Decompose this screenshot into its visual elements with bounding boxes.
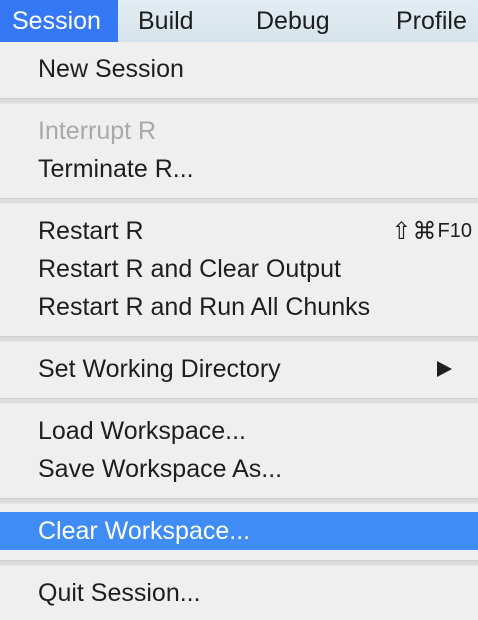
menu-item-label: Terminate R... <box>38 154 194 183</box>
menu-session[interactable]: Session <box>0 0 118 42</box>
menu-item-label: Restart R and Clear Output <box>38 254 341 283</box>
menu-bar: Session Build Debug Profile <box>0 0 478 42</box>
menu-item-label: Quit Session... <box>38 578 201 607</box>
menu-item-save-workspace-as[interactable]: Save Workspace As... <box>0 450 478 488</box>
menu-item-restart-clear-output[interactable]: Restart R and Clear Output <box>0 250 478 288</box>
menu-profile[interactable]: Profile <box>376 0 478 42</box>
menu-item-set-working-directory[interactable]: Set Working Directory <box>0 350 478 388</box>
menu-item-restart-r[interactable]: Restart R ⇧⌘ F10 <box>0 212 478 250</box>
shortcut-key: F10 <box>437 219 472 242</box>
menu-separator <box>0 198 478 204</box>
menu-separator <box>0 560 478 566</box>
menu-build[interactable]: Build <box>118 0 234 42</box>
menu-separator <box>0 336 478 342</box>
menu-item-label: Interrupt R <box>38 116 157 145</box>
menu-profile-label: Profile <box>396 6 467 35</box>
menu-separator <box>0 98 478 104</box>
submenu-arrow-icon <box>437 361 452 377</box>
menu-item-restart-run-chunks[interactable]: Restart R and Run All Chunks <box>0 288 478 326</box>
menu-item-label: Load Workspace... <box>38 416 246 445</box>
menu-item-label: Save Workspace As... <box>38 454 283 483</box>
menu-debug-label: Debug <box>256 6 330 35</box>
menu-item-interrupt-r: Interrupt R <box>0 112 478 150</box>
menu-item-clear-workspace[interactable]: Clear Workspace... <box>0 512 478 550</box>
menu-separator <box>0 498 478 504</box>
menu-debug[interactable]: Debug <box>234 0 376 42</box>
menu-separator <box>0 398 478 404</box>
menu-item-quit-session[interactable]: Quit Session... <box>0 574 478 612</box>
session-dropdown-menu: New Session Interrupt R Terminate R... R… <box>0 42 478 620</box>
menu-item-label: New Session <box>38 54 184 83</box>
menu-item-label: Restart R <box>38 216 144 245</box>
menu-item-new-session[interactable]: New Session <box>0 50 478 88</box>
menu-item-label: Clear Workspace... <box>38 516 251 545</box>
menu-item-label: Restart R and Run All Chunks <box>38 292 371 321</box>
menu-build-label: Build <box>138 6 194 35</box>
menu-session-label: Session <box>12 6 101 35</box>
menu-item-load-workspace[interactable]: Load Workspace... <box>0 412 478 450</box>
shortcut-restart-r: ⇧⌘ F10 <box>391 212 472 250</box>
menu-item-label: Set Working Directory <box>38 354 281 383</box>
app-window: Session Build Debug Profile New Session … <box>0 0 478 620</box>
shift-command-icon: ⇧⌘ <box>391 217 438 245</box>
menu-item-terminate-r[interactable]: Terminate R... <box>0 150 478 188</box>
